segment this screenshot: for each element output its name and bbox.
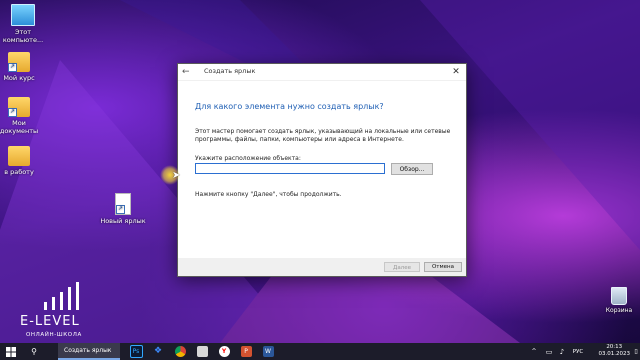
taskbar-clock[interactable]: 20:13 03.01.2023 — [599, 344, 631, 358]
create-shortcut-dialog: ← Создать ярлык ✕ Для какого элемента ну… — [177, 63, 467, 277]
folder-icon — [8, 146, 30, 166]
recycle-bin-icon — [611, 287, 627, 305]
network-icon[interactable]: ▭ — [543, 343, 555, 360]
logo-bars-icon — [44, 282, 79, 310]
desktop-icon-label: Этот компьюте... — [2, 28, 44, 44]
tray-chevron-icon[interactable]: ^ — [528, 343, 540, 360]
logo-subtitle: ОНЛАЙН-ШКОЛА — [26, 332, 82, 338]
folder-shortcut-icon: ↗ — [8, 97, 30, 117]
taskbar-app-photoshop[interactable]: Ps — [128, 343, 144, 360]
taskbar-app-dropbox[interactable]: ❖ — [150, 343, 166, 360]
desktop-icon-recycle-bin[interactable]: Корзина — [602, 287, 636, 314]
close-icon[interactable]: ✕ — [450, 66, 462, 78]
this-pc-icon — [11, 4, 35, 26]
yandex-browser-icon: Y — [218, 346, 230, 357]
desktop-icon-my-documents[interactable]: ↗ Мои документы — [0, 97, 42, 135]
desktop-icon-my-course[interactable]: ↗ Мой курс — [0, 52, 42, 82]
taskbar: ⚲ Создать ярлык Ps ❖ Y P W ^ ▭ ♪ РУС 20:… — [0, 343, 640, 360]
logo-title: E-LEVEL — [20, 314, 80, 329]
desktop-icon-in-work[interactable]: в работу — [0, 146, 42, 176]
windows-logo-icon — [6, 346, 16, 357]
taskbar-app-powerpoint[interactable]: P — [238, 343, 254, 360]
volume-icon[interactable]: ♪ — [556, 343, 568, 360]
location-input[interactable] — [195, 163, 385, 174]
dialog-title: Создать ярлык — [204, 67, 256, 75]
chrome-icon — [174, 346, 186, 357]
notifications-icon[interactable]: ▯ — [632, 343, 640, 360]
desktop-icon-label: Мои документы — [0, 119, 39, 135]
clock-time: 20:13 — [606, 344, 623, 350]
clock-date: 03.01.2023 — [598, 351, 631, 357]
photoshop-icon: Ps — [129, 345, 143, 358]
powerpoint-icon: P — [240, 346, 252, 357]
dialog-footer: Далее Отмена — [178, 258, 466, 276]
mouse-pointer-icon: ➤ — [172, 170, 181, 181]
desktop-icon-label: Мой курс — [3, 74, 35, 82]
browse-button[interactable]: Обзор... — [391, 163, 433, 175]
task-label: Создать ярлык — [64, 347, 112, 354]
desktop-icon-new-shortcut[interactable]: ↗ Новый ярлык — [100, 193, 146, 225]
location-label: Укажите расположение объекта: — [195, 155, 301, 162]
wizard-description: Этот мастер помогает создать ярлык, указ… — [195, 128, 451, 143]
taskbar-task-create-shortcut[interactable]: Создать ярлык — [58, 343, 120, 360]
language-indicator[interactable]: РУС — [570, 343, 586, 360]
taskbar-app-files[interactable] — [194, 343, 210, 360]
new-shortcut-icon: ↗ — [115, 193, 131, 215]
cancel-button[interactable]: Отмена — [424, 262, 462, 272]
files-icon — [196, 346, 208, 357]
dropbox-icon: ❖ — [153, 346, 163, 356]
start-button[interactable] — [0, 343, 22, 360]
taskbar-app-chrome[interactable] — [172, 343, 188, 360]
continue-hint: Нажмите кнопку "Далее", чтобы продолжить… — [195, 191, 342, 198]
dialog-titlebar: ← Создать ярлык ✕ — [178, 64, 466, 81]
word-icon: W — [262, 346, 274, 357]
desktop-icon-label: Корзина — [605, 307, 633, 314]
desktop-icon-label: Новый ярлык — [100, 217, 146, 225]
next-button[interactable]: Далее — [384, 262, 420, 272]
taskbar-app-yandex[interactable]: Y — [216, 343, 232, 360]
taskbar-app-word[interactable]: W — [260, 343, 276, 360]
folder-shortcut-icon: ↗ — [8, 52, 30, 72]
desktop-icon-label: в работу — [4, 168, 34, 176]
back-arrow-icon[interactable]: ← — [182, 67, 192, 77]
wizard-heading: Для какого элемента нужно создать ярлык? — [195, 102, 384, 111]
desktop-icon-this-pc[interactable]: Этот компьюте... — [0, 4, 46, 44]
search-icon[interactable]: ⚲ — [26, 343, 42, 360]
